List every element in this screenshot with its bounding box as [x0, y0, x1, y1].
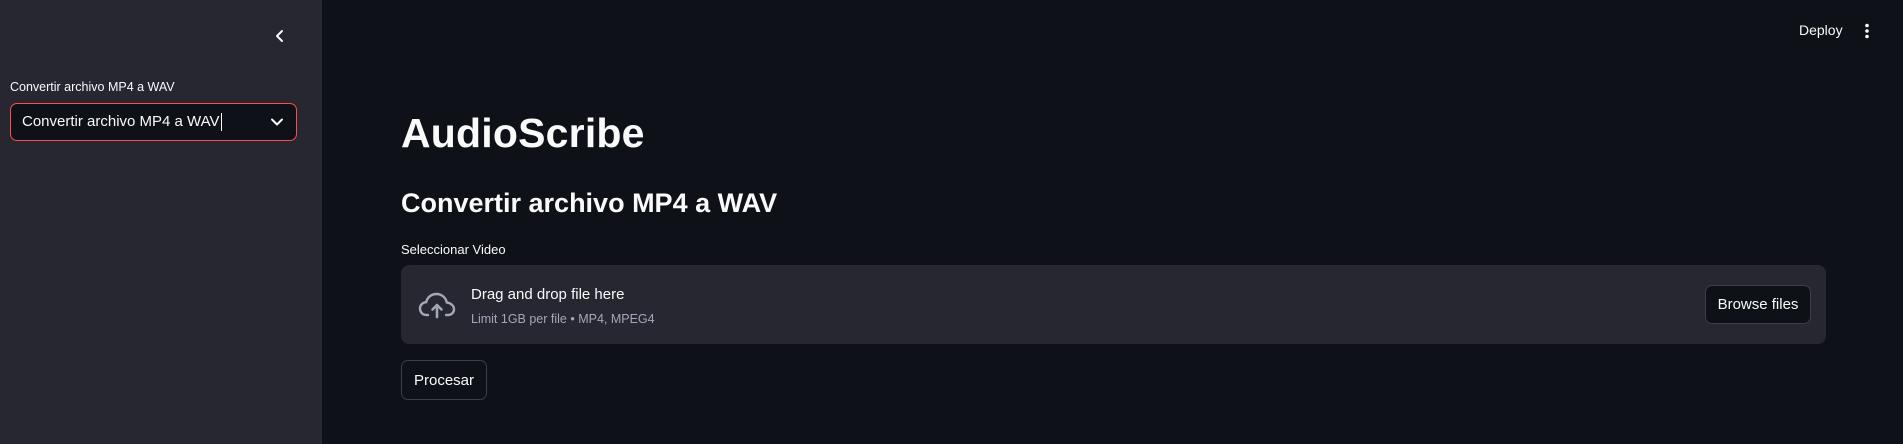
cloud-upload-icon — [418, 292, 456, 319]
page-subtitle: Convertir archivo MP4 a WAV — [401, 188, 778, 218]
select-value: Convertir archivo MP4 a WAV — [22, 112, 222, 132]
deploy-button[interactable]: Deploy — [1799, 22, 1843, 38]
main-menu-button[interactable] — [1857, 20, 1877, 42]
text-cursor — [220, 113, 222, 132]
file-dropzone[interactable]: Drag and drop file here Limit 1GB per fi… — [401, 265, 1826, 344]
dropzone-limit-text: Limit 1GB per file • MP4, MPEG4 — [471, 312, 655, 326]
process-button[interactable]: Procesar — [401, 360, 487, 400]
vertical-dots-icon — [1865, 23, 1869, 39]
dropzone-instruction: Drag and drop file here — [471, 286, 625, 303]
app-root: Convertir archivo MP4 a WAV Convertir ar… — [0, 0, 1903, 444]
chevron-left-icon — [276, 30, 283, 42]
mode-select[interactable]: Convertir archivo MP4 a WAV — [10, 103, 297, 141]
chevron-down-icon[interactable] — [270, 117, 284, 127]
uploader-label: Seleccionar Video — [401, 242, 506, 257]
page-title: AudioScribe — [401, 110, 645, 156]
select-label: Convertir archivo MP4 a WAV — [10, 80, 175, 94]
sidebar: Convertir archivo MP4 a WAV Convertir ar… — [0, 0, 322, 444]
collapse-sidebar-button[interactable] — [268, 24, 292, 48]
browse-files-button[interactable]: Browse files — [1705, 285, 1811, 324]
